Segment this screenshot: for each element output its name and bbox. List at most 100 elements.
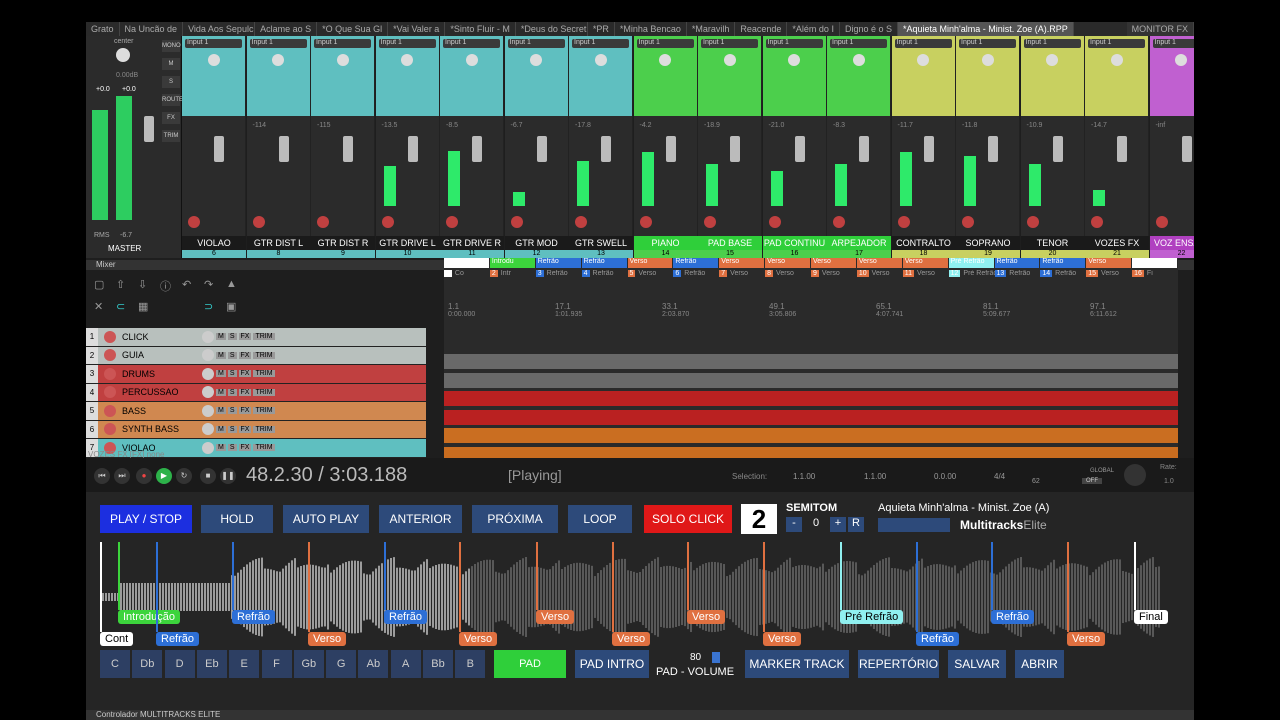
volume-fader[interactable] [214, 136, 224, 162]
waveform-marker[interactable]: Final [1134, 610, 1168, 624]
record-icon[interactable]: ● [136, 468, 152, 484]
record-arm-icon[interactable] [962, 216, 974, 228]
track-fx-button[interactable]: FX [238, 388, 252, 396]
input-selector[interactable]: Input 1 [1023, 39, 1081, 48]
media-item[interactable] [444, 354, 1178, 369]
loop-button[interactable]: LOOP [568, 505, 632, 533]
record-arm-icon[interactable] [381, 216, 394, 228]
track-m-button[interactable]: M [216, 425, 226, 433]
volume-fader[interactable] [859, 136, 869, 162]
input-selector[interactable]: Input 1 [1088, 39, 1145, 48]
pan-knob[interactable] [852, 54, 865, 66]
track-fx-button[interactable]: FX [238, 444, 252, 452]
volume-fader[interactable] [472, 136, 482, 162]
volume-fader[interactable] [601, 136, 611, 162]
project-tab[interactable]: *Maravilh [687, 22, 736, 36]
project-tab[interactable]: *O Que Sua Gl [317, 22, 389, 36]
key-ab-button[interactable]: Ab [358, 650, 389, 678]
waveform-marker[interactable]: Verso [459, 632, 498, 646]
input-selector[interactable]: Input 1 [443, 39, 500, 48]
redo-icon[interactable]: ↷ [204, 278, 216, 291]
region[interactable]: Pré Refrão [948, 258, 994, 268]
repeat-icon[interactable]: ↻ [176, 468, 192, 484]
media-item[interactable] [444, 428, 1178, 443]
track-fx-button[interactable]: FX [238, 333, 252, 341]
region[interactable]: Verso [627, 258, 673, 268]
project-tab[interactable]: *Vai Valer a [388, 22, 446, 36]
volume-knob[interactable] [202, 441, 214, 454]
master-fx-button[interactable]: FX [162, 112, 180, 124]
volume-fader[interactable] [1052, 136, 1063, 162]
region[interactable]: Refrão [994, 258, 1040, 268]
marker[interactable]: 12 Pré Refrão [948, 270, 995, 282]
project-tab[interactable]: Digno é o S [840, 22, 898, 36]
volume-fader[interactable] [343, 136, 353, 162]
link-icon[interactable]: ⊂ [116, 300, 128, 313]
track-fx-button[interactable]: FX [238, 407, 252, 415]
record-arm-icon[interactable] [575, 216, 587, 228]
record-arm-icon[interactable] [104, 367, 116, 380]
pan-knob[interactable] [207, 54, 220, 66]
solo-click-button[interactable]: SOLO CLICK [644, 505, 732, 533]
record-arm-icon[interactable] [104, 349, 116, 362]
pan-knob[interactable] [116, 48, 130, 62]
volume-fader[interactable] [665, 136, 676, 162]
pad-intro-button[interactable]: PAD INTRO [575, 650, 649, 678]
pan-knob[interactable] [465, 54, 478, 66]
project-tab[interactable]: Vida Aos Sepulcr [183, 22, 256, 36]
pad-volume-value[interactable]: 80 [690, 652, 701, 663]
record-arm-icon[interactable] [1155, 216, 1168, 228]
project-tab[interactable]: *Aquieta Minh'alma - Minist. Zoe (A).RPP [897, 22, 1074, 36]
project-tab[interactable]: *Além do I [787, 22, 840, 36]
track-m-button[interactable]: M [216, 370, 226, 378]
download-icon[interactable]: ⇩ [138, 278, 150, 291]
track-s-button[interactable]: S [227, 388, 237, 396]
media-item[interactable] [444, 372, 1178, 388]
waveform-marker[interactable]: Verso [687, 610, 726, 624]
track-m-button[interactable]: M [216, 388, 226, 396]
record-arm-icon[interactable] [510, 216, 523, 228]
marker[interactable]: 14 Refrão [1040, 270, 1086, 282]
input-selector[interactable]: Input 1 [249, 39, 307, 48]
marker[interactable]: 6 Refrão [673, 270, 719, 282]
pr-xima-button[interactable]: PRÓXIMA [472, 505, 558, 533]
pan-knob[interactable] [723, 54, 736, 66]
record-arm-icon[interactable] [1091, 216, 1103, 228]
project-tab[interactable]: MONITOR FX [1126, 22, 1194, 36]
pan-knob[interactable] [1046, 54, 1058, 66]
input-selector[interactable]: Input 1 [378, 39, 436, 48]
key-f-button[interactable]: F [261, 650, 292, 678]
ripple-icon[interactable]: ✕ [94, 300, 106, 313]
waveform-marker[interactable]: Refrão [384, 610, 428, 624]
input-selector[interactable]: Input 1 [1152, 39, 1194, 48]
semitone-minus[interactable]: - [786, 517, 802, 532]
marker-track-button[interactable]: MARKER TRACK [745, 650, 849, 678]
record-arm-icon[interactable] [768, 216, 781, 228]
track-row[interactable]: 1 CLICK M S FX TRIM [86, 328, 426, 347]
region[interactable]: Refrão [1040, 258, 1086, 268]
key-b-button[interactable]: B [455, 650, 486, 678]
pan-knob[interactable] [594, 54, 607, 66]
pan-knob[interactable] [336, 54, 349, 66]
region[interactable]: Refrão [673, 258, 719, 268]
auto-play-button[interactable]: AUTO PLAY [283, 505, 369, 533]
region[interactable]: Introdu [489, 258, 535, 268]
pan-knob[interactable] [1110, 54, 1123, 66]
key-gb-button[interactable]: Gb [293, 650, 324, 678]
pad-volume-slider[interactable] [712, 652, 720, 663]
record-arm-icon[interactable] [833, 216, 845, 228]
track-trim-button[interactable]: TRIM [253, 388, 275, 396]
info-icon[interactable]: ⓘ [160, 278, 172, 293]
record-arm-icon[interactable] [104, 386, 116, 399]
project-tab[interactable]: *Deus do Secret [516, 22, 588, 36]
record-arm-icon[interactable] [1026, 216, 1039, 228]
anterior-button[interactable]: ANTERIOR [379, 505, 462, 533]
record-arm-icon[interactable] [104, 330, 116, 343]
track-row[interactable]: 4 PERCUSSAO M S FX TRIM [86, 383, 426, 402]
marker[interactable]: 15 Verso [1086, 270, 1132, 282]
project-tab[interactable]: *Sinto Fluir - M [445, 22, 516, 36]
waveform-marker[interactable]: Verso [536, 610, 575, 624]
pan-knob[interactable] [1175, 54, 1187, 66]
stop-icon[interactable]: ■ [200, 468, 216, 484]
volume-fader[interactable] [794, 136, 805, 162]
